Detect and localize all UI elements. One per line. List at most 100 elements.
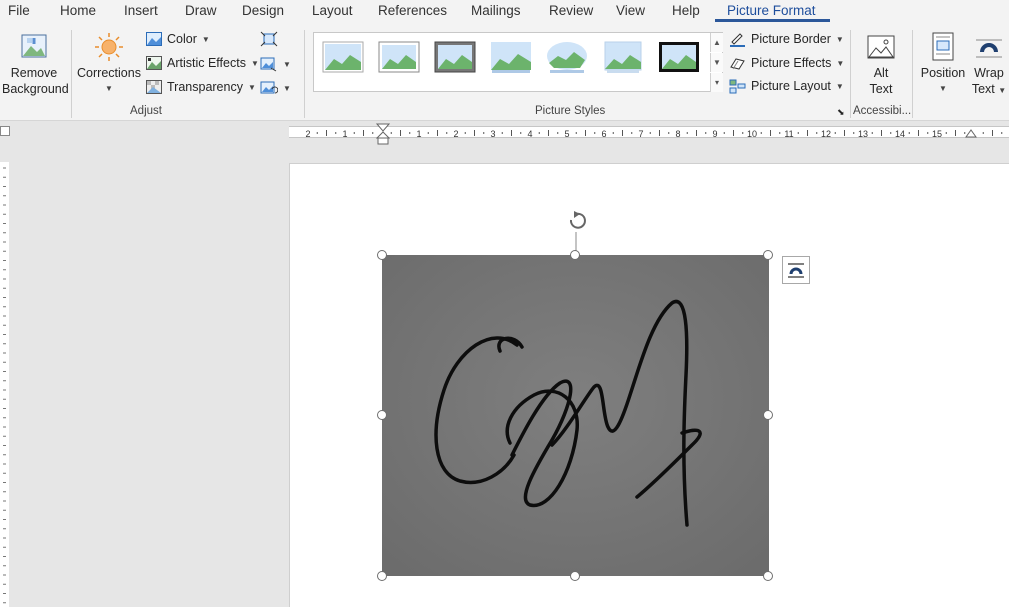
tab-home[interactable]: Home [60,3,96,18]
color-label: Color [167,32,197,46]
right-indent-marker-icon[interactable] [965,128,977,138]
tab-selector[interactable] [0,126,10,136]
transparency-label: Transparency [167,80,243,94]
chevron-down-icon: ▼ [998,86,1007,95]
remove-background-label-2: Background [2,82,69,96]
resize-handle-top-right[interactable] [763,250,773,260]
picture-style-thumbnail[interactable] [602,41,644,73]
picture-effects-label: Picture Effects [751,56,832,70]
tab-help[interactable]: Help [672,3,700,18]
alt-text-button[interactable]: Alt Text [858,34,904,97]
separator [71,30,72,118]
signature-image[interactable] [382,255,769,576]
chevron-down-icon: ▼ [201,34,210,44]
ruler-label: 8 [675,129,680,139]
picture-style-thumbnail[interactable] [378,41,420,73]
picture-effects-button[interactable]: Picture Effects ▼ [729,55,844,71]
artistic-effects-icon [146,56,162,70]
reset-picture-icon [260,81,278,94]
transparency-icon [146,80,162,94]
vertical-ruler[interactable] [0,162,9,607]
artistic-effects-button[interactable]: Artistic Effects ▼ [146,56,259,70]
color-icon [146,32,162,46]
ruler-label: 15 [932,129,942,139]
chevron-down-icon: ▼ [939,84,947,93]
position-button[interactable]: Position ▼ [918,32,968,97]
alt-text-label-2: Text [869,82,893,96]
separator [912,30,913,118]
horizontal-ruler[interactable]: 2 1 1 2 3 4 5 6 7 8 9 10 11 12 13 14 15 [289,126,1009,139]
chevron-down-icon: ▼ [283,83,291,93]
picture-style-thumbnail[interactable] [490,41,532,73]
resize-handle-bottom-left[interactable] [377,571,387,581]
picture-border-label: Picture Border [751,32,831,46]
ruler-markings: 2 1 1 2 3 4 5 6 7 8 9 10 11 12 13 14 15 [305,129,1003,139]
wrap-text-icon [976,39,1002,58]
remove-background-button[interactable]: Remove Background [2,32,69,97]
gallery-scroll-down[interactable]: ▼ [710,53,723,72]
position-label: Position [920,66,966,80]
gallery-more[interactable]: ▾ [710,73,723,92]
chevron-down-icon: ▼ [836,58,845,68]
ruler-label: 2 [305,129,310,139]
tab-picture-format[interactable]: Picture Format [727,3,816,18]
tab-mailings[interactable]: Mailings [471,3,521,18]
ruler-label: 3 [490,129,495,139]
resize-handle-bottom[interactable] [570,571,580,581]
resize-handle-left[interactable] [377,410,387,420]
transparency-button[interactable]: Transparency ▼ [146,80,256,94]
chevron-down-icon: ▼ [835,81,844,91]
ruler-label: 1 [416,129,421,139]
tab-design[interactable]: Design [242,3,284,18]
tab-file[interactable]: File [8,3,30,18]
ruler-label: 1 [342,129,347,139]
layout-options-button[interactable] [782,256,810,284]
corrections-button[interactable]: Corrections ▼ [76,32,142,97]
ruler-label: 7 [638,129,643,139]
color-button[interactable]: Color ▼ [146,32,210,46]
indent-marker-icon[interactable] [376,123,390,145]
picture-style-thumbnail[interactable] [434,41,476,73]
tab-references[interactable]: References [378,3,447,18]
picture-layout-icon [729,79,746,94]
tab-view[interactable]: View [616,3,645,18]
alt-text-label-1: Alt [873,66,889,80]
resize-handle-right[interactable] [763,410,773,420]
picture-layout-button[interactable]: Picture Layout ▼ [729,78,844,94]
picture-style-thumbnail[interactable] [546,41,588,73]
tab-layout[interactable]: Layout [312,3,353,18]
resize-handle-top-left[interactable] [377,250,387,260]
separator [304,30,305,118]
ruler-label: 10 [747,129,757,139]
picture-effects-icon [730,58,745,70]
change-picture-button[interactable]: ▼ [260,56,291,72]
group-label-accessibility: Accessibi... [853,105,912,117]
compress-pictures-button[interactable] [260,31,278,47]
gallery-scroll-up[interactable]: ▲ [710,33,723,52]
ruler-label: 14 [895,129,905,139]
remove-background-label-1: Remove [10,66,58,80]
chevron-down-icon: ▼ [283,59,291,69]
rotate-handle-icon[interactable] [564,210,590,256]
wrap-text-button[interactable]: Wrap Text ▼ [968,32,1009,99]
dialog-launcher-icon[interactable]: ⬊ [837,107,845,118]
tab-insert[interactable]: Insert [124,3,158,18]
pen-icon [730,33,745,47]
reset-picture-button[interactable]: ▼ [260,80,291,96]
tab-draw[interactable]: Draw [185,3,217,18]
wrap-text-label-2: Text [971,82,995,96]
ruler-label: 9 [712,129,717,139]
ruler-label: 11 [784,129,793,139]
resize-handle-top[interactable] [570,250,580,260]
picture-style-thumbnail[interactable] [658,41,700,73]
chevron-down-icon: ▼ [247,82,256,92]
vertical-ruler-markings [3,167,6,604]
change-picture-icon [260,57,277,72]
sun-icon [95,33,123,61]
group-label-picture-styles: Picture Styles [535,105,606,117]
tab-review[interactable]: Review [549,3,593,18]
resize-handle-bottom-right[interactable] [763,571,773,581]
ruler-label: 13 [858,129,868,139]
picture-border-button[interactable]: Picture Border ▼ [729,31,844,47]
picture-style-thumbnail[interactable] [322,41,364,73]
